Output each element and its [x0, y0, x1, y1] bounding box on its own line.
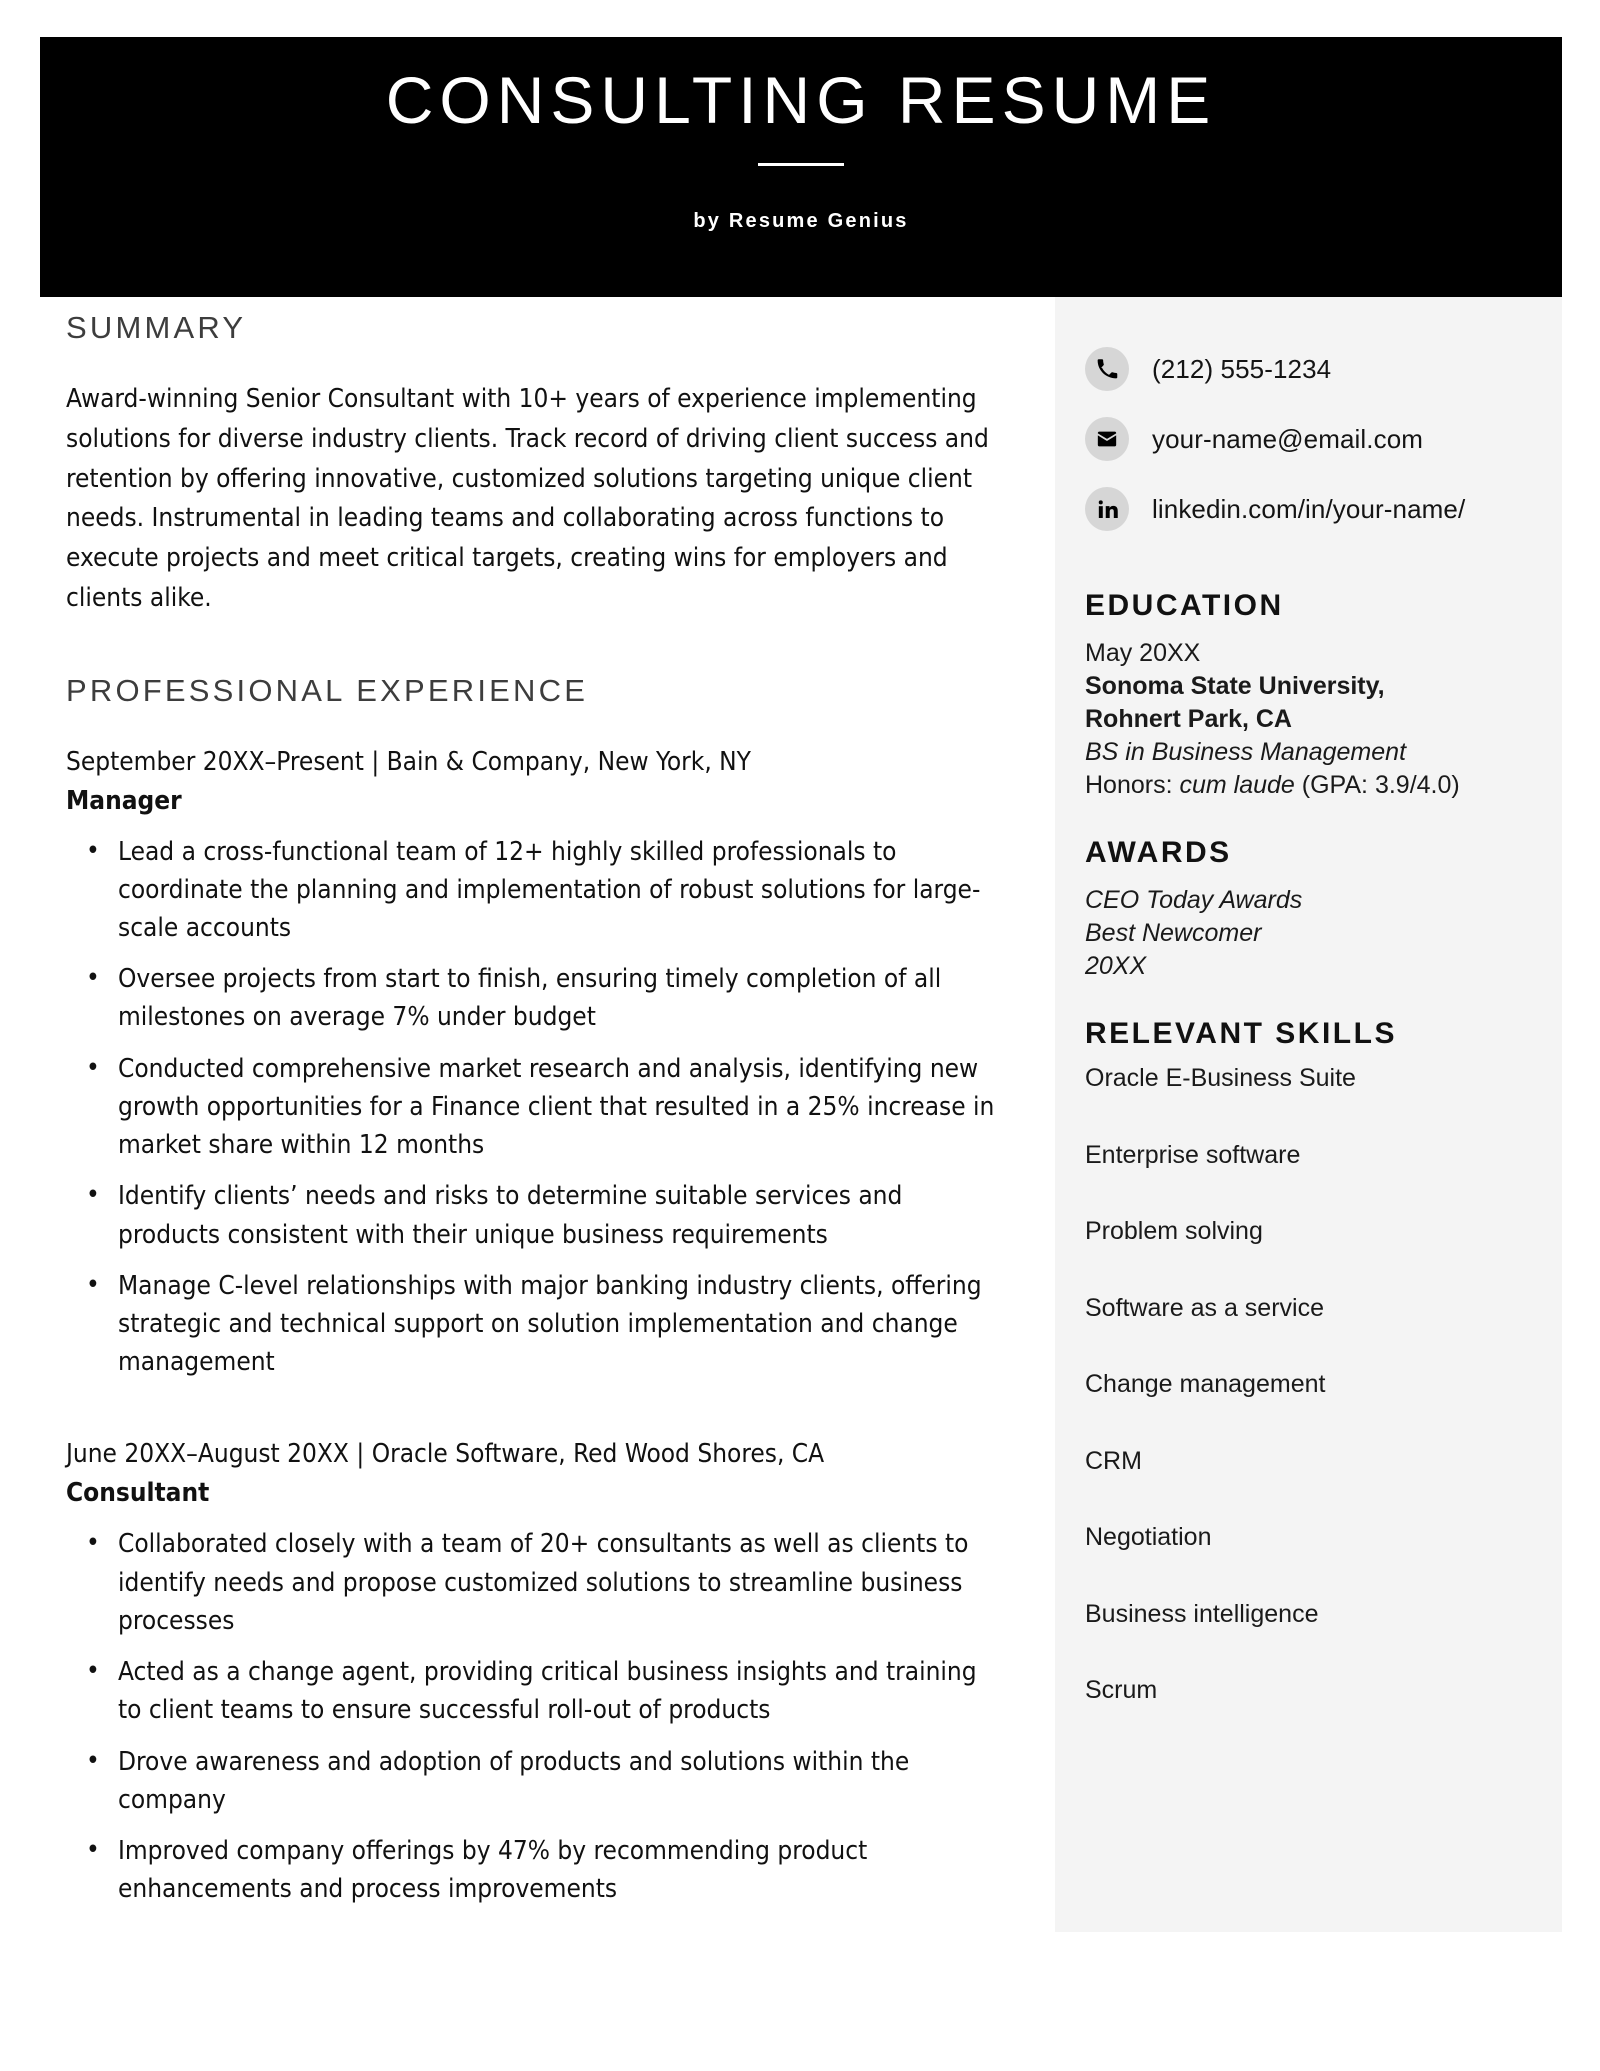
job-bullet: Improved company offerings by 47% by rec… [66, 1831, 1006, 1908]
award-line-2: Best Newcomer [1085, 919, 1262, 947]
education-honors-gpa: (GPA: 3.9/4.0) [1294, 771, 1460, 799]
sidebar: (212) 555-1234 your-name@email.com linke… [1055, 297, 1562, 1932]
job-bullet-list: Lead a cross-functional team of 12+ high… [66, 832, 1006, 1382]
linkedin-icon [1085, 487, 1129, 531]
phone-icon [1085, 347, 1129, 391]
job-entry: June 20XX–August 20XX | Oracle Software,… [66, 1435, 1006, 1908]
skills-section: RELEVANT SKILLS Oracle E-Business Suite E… [1085, 1017, 1532, 1705]
skill-item: Scrum [1085, 1676, 1158, 1704]
phone-number: (212) 555-1234 [1152, 353, 1332, 384]
job-bullet: Collaborated closely with a team of 20+ … [66, 1524, 1006, 1640]
skill-item: Oracle E-Business Suite [1085, 1064, 1356, 1092]
skill-item: CRM [1085, 1446, 1142, 1475]
summary-heading: SUMMARY [66, 310, 247, 345]
education-school-line1: Sonoma State University, [1085, 672, 1385, 700]
skill-item: Change management [1085, 1370, 1326, 1398]
awards-heading: AWARDS [1085, 836, 1232, 869]
resume-header: CONSULTING RESUME by Resume Genius [40, 37, 1562, 297]
job-title: Manager [66, 785, 182, 816]
education-heading: EDUCATION [1085, 589, 1284, 622]
email-address: your-name@email.com [1152, 423, 1424, 454]
job-bullet-list: Collaborated closely with a team of 20+ … [66, 1524, 1006, 1908]
award-line-1: CEO Today Awards [1085, 886, 1303, 914]
experience-heading: PROFESSIONAL EXPERIENCE [66, 672, 589, 708]
job-bullet: Drove awareness and adoption of products… [66, 1742, 1006, 1819]
job-spacer [66, 1409, 1006, 1435]
job-bullet: Lead a cross-functional team of 12+ high… [66, 832, 1006, 948]
job-bullet: Identify clients’ needs and risks to det… [66, 1176, 1006, 1253]
main-column: SUMMARY Award-winning Senior Consultant … [66, 310, 1006, 1936]
job-entry: September 20XX–Present | Bain & Company,… [66, 743, 1006, 1382]
job-bullet: Conducted comprehensive market research … [66, 1049, 1006, 1165]
education-honors: Honors: cum laude (GPA: 3.9/4.0) [1085, 769, 1532, 802]
skill-item: Software as a service [1085, 1293, 1324, 1322]
resume-page: CONSULTING RESUME by Resume Genius (212)… [0, 0, 1600, 2071]
education-section: EDUCATION May 20XX Sonoma State Universi… [1085, 589, 1532, 802]
skills-list: Oracle E-Business Suite Enterprise softwa… [1085, 1064, 1532, 1705]
job-bullet: Manage C-level relationships with major … [66, 1266, 1006, 1382]
summary-text: Award-winning Senior Consultant with 10+… [66, 384, 989, 613]
award-line-3: 20XX [1085, 952, 1147, 980]
contact-item-phone[interactable]: (212) 555-1234 [1085, 347, 1532, 391]
skill-item: Enterprise software [1085, 1140, 1301, 1169]
job-title: Consultant [66, 1478, 210, 1509]
skill-item: Business intelligence [1085, 1599, 1319, 1628]
experience-list: September 20XX–Present | Bain & Company,… [66, 743, 1006, 1909]
envelope-icon [1085, 417, 1129, 461]
header-byline: by Resume Genius [693, 209, 909, 232]
job-meta: June 20XX–August 20XX | Oracle Software,… [66, 1439, 825, 1470]
job-meta: September 20XX–Present | Bain & Company,… [66, 746, 751, 777]
education-degree: BS in Business Management [1085, 738, 1407, 766]
education-honors-value: cum laude [1179, 771, 1295, 799]
header-divider [758, 162, 844, 166]
job-bullet: Oversee projects from start to finish, e… [66, 959, 1006, 1036]
job-bullet: Acted as a change agent, providing criti… [66, 1652, 1006, 1729]
contact-item-linkedin[interactable]: linkedin.com/in/your-name/ [1085, 487, 1532, 531]
skill-item: Negotiation [1085, 1523, 1212, 1551]
page-title: CONSULTING RESUME [385, 63, 1217, 137]
skills-heading: RELEVANT SKILLS [1085, 1017, 1397, 1050]
contact-item-email[interactable]: your-name@email.com [1085, 417, 1532, 461]
education-date: May 20XX [1085, 639, 1201, 667]
contact-list: (212) 555-1234 your-name@email.com linke… [1085, 347, 1532, 531]
awards-section: AWARDS CEO Today Awards Best Newcomer 20… [1085, 836, 1532, 983]
education-school-line2: Rohnert Park, CA [1085, 705, 1292, 733]
education-honors-label: Honors: [1085, 771, 1180, 799]
linkedin-url: linkedin.com/in/your-name/ [1152, 493, 1466, 524]
skill-item: Problem solving [1085, 1217, 1263, 1245]
